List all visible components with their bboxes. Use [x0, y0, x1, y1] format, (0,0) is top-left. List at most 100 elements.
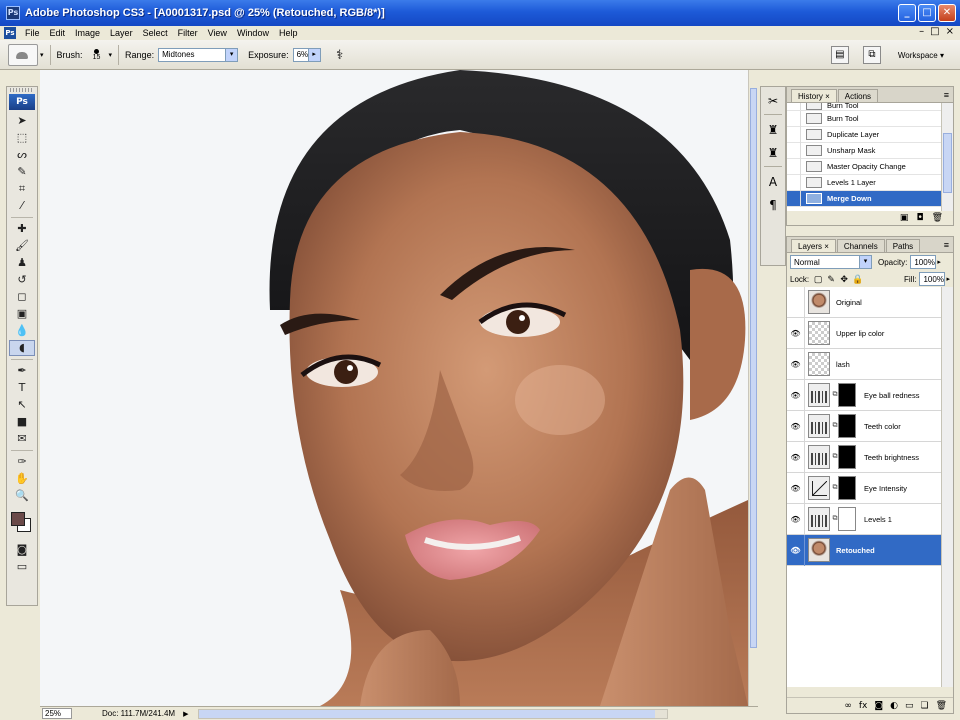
pen-tool-icon[interactable]: ✒ [9, 363, 35, 379]
layer-row[interactable]: 👁 ⧉ Eye Intensity [787, 472, 941, 504]
file-browser-icon[interactable]: ▤ [830, 46, 849, 64]
visibility-eye-icon[interactable]: 👁 [787, 379, 805, 411]
eyedropper-tool-icon[interactable]: ✑ [9, 454, 35, 470]
blend-mode-select[interactable]: Normal ▾ [790, 255, 872, 269]
history-source-checkbox[interactable] [787, 126, 801, 143]
tab-paths[interactable]: Paths [885, 239, 921, 252]
layer-row[interactable]: 👁 ⧉ Teeth brightness [787, 441, 941, 473]
airbrush-icon[interactable]: ⚕ [331, 46, 349, 64]
clone-stamp-tool-icon[interactable]: ♟ [9, 255, 35, 271]
lock-pixels-icon[interactable]: ✎ [826, 274, 836, 285]
crop-tool-icon[interactable]: ⌗ [9, 181, 35, 197]
fill-input[interactable]: 100% [919, 272, 946, 286]
tab-channels[interactable]: Channels [836, 239, 885, 252]
eraser-tool-icon[interactable]: ◻ [9, 289, 35, 305]
visibility-eye-icon[interactable]: 👁 [787, 503, 805, 535]
menu-file[interactable]: File [20, 28, 45, 38]
screen-mode-icon[interactable]: ▭ [9, 559, 35, 575]
notes-tool-icon[interactable]: ✉ [9, 431, 35, 447]
new-layer-icon[interactable]: ❏ [920, 701, 928, 711]
layer-mask-thumbnail[interactable] [838, 476, 856, 500]
layer-mask-thumbnail[interactable] [838, 414, 856, 438]
layer-style-icon[interactable]: fx [859, 701, 868, 711]
panel-menu-icon[interactable]: ≡ [944, 89, 949, 102]
doc-restore-button[interactable]: □ [930, 26, 939, 37]
shape-tool-icon[interactable]: ■ [9, 414, 35, 430]
quick-selection-tool-icon[interactable]: ✎ [9, 164, 35, 180]
hand-tool-icon[interactable]: ✋ [9, 471, 35, 487]
move-tool-icon[interactable]: ➤ [9, 113, 35, 129]
lock-position-icon[interactable]: ✥ [839, 274, 849, 285]
visibility-eye-icon[interactable]: 👁 [787, 534, 805, 566]
trash-icon[interactable]: 🗑 [936, 701, 947, 711]
brush-tool-icon[interactable]: 🖌 [9, 238, 35, 254]
layer-mask-thumbnail[interactable] [838, 507, 856, 531]
layer-mask-thumbnail[interactable] [838, 445, 856, 469]
tab-actions[interactable]: Actions [837, 89, 879, 102]
trash-icon[interactable]: 🗑 [932, 213, 943, 223]
layer-mask-thumbnail[interactable] [838, 383, 856, 407]
link-layers-icon[interactable]: ∞ [844, 701, 852, 711]
doc-minimize-button[interactable]: – [919, 26, 924, 37]
panel-grip[interactable] [10, 88, 34, 92]
lock-all-icon[interactable]: 🔒 [852, 274, 863, 285]
new-document-from-state-icon[interactable]: ▣ [900, 213, 909, 223]
layer-row[interactable]: 👁 ⧉ Eye ball redness [787, 379, 941, 411]
menu-view[interactable]: View [203, 28, 232, 38]
tool-presets-icon[interactable]: ♜ [763, 142, 783, 162]
visibility-eye-icon[interactable]: 👁 [787, 410, 805, 442]
close-button[interactable]: ✕ [938, 4, 956, 22]
brush-picker[interactable]: 15 [87, 45, 107, 65]
type-tool-icon[interactable]: T [9, 380, 35, 396]
layer-row[interactable]: 👁 ⧉ Teeth color [787, 410, 941, 442]
layer-row[interactable]: 👁 ⧉ Levels 1 [787, 503, 941, 535]
visibility-eye-icon[interactable]: 👁 [787, 317, 805, 349]
character-icon[interactable]: A [763, 171, 783, 191]
history-source-checkbox[interactable] [787, 142, 801, 159]
palette-well-icon[interactable]: ⧉ [862, 46, 881, 64]
lasso-tool-icon[interactable]: ᔕ [9, 147, 35, 163]
opacity-input[interactable]: 100% [910, 255, 937, 269]
history-item[interactable]: Master Opacity Change [787, 158, 941, 175]
minimize-button[interactable]: _ [898, 4, 916, 22]
doc-close-button[interactable]: × [946, 26, 954, 37]
layers-scrollbar[interactable] [941, 287, 953, 687]
horizontal-scrollbar[interactable] [198, 708, 669, 719]
zoom-field[interactable]: 25% [42, 708, 72, 719]
menu-filter[interactable]: Filter [173, 28, 203, 38]
history-source-checkbox[interactable] [787, 103, 801, 110]
history-item[interactable]: Unsharp Mask [787, 142, 941, 159]
chevron-down-icon[interactable]: ▾ [859, 256, 871, 268]
layer-row[interactable]: 👁 lash [787, 348, 941, 380]
lock-transparency-icon[interactable]: ▢ [813, 274, 823, 285]
document-canvas[interactable] [40, 70, 748, 706]
chevron-right-icon[interactable]: ▶ [183, 710, 188, 718]
visibility-eye-icon[interactable]: 👁 [787, 441, 805, 473]
history-source-checkbox[interactable] [787, 190, 801, 207]
chevron-down-icon[interactable]: ▾ [40, 51, 44, 59]
burn-tool-icon[interactable]: ◖ [9, 340, 35, 356]
snapshot-icon[interactable]: ◘ [916, 213, 923, 223]
menu-select[interactable]: Select [138, 28, 173, 38]
history-item[interactable]: Merge Down [787, 190, 941, 207]
add-mask-icon[interactable]: ◙ [874, 701, 883, 711]
menu-window[interactable]: Window [232, 28, 274, 38]
clone-source-icon[interactable]: ♜ [763, 119, 783, 139]
vertical-scrollbar[interactable] [748, 70, 758, 706]
layer-row[interactable]: 👁 Retouched [787, 534, 941, 566]
scroll-thumb[interactable] [943, 133, 952, 193]
layer-row[interactable]: 👁 Upper lip color [787, 317, 941, 349]
scroll-thumb[interactable] [199, 709, 656, 718]
blur-tool-icon[interactable]: 💧 [9, 323, 35, 339]
visibility-eye-icon[interactable]: 👁 [787, 472, 805, 504]
slice-tool-icon[interactable]: ⁄ [9, 198, 35, 214]
workspace-button[interactable]: Workspace ▾ [898, 51, 944, 60]
history-source-checkbox[interactable] [787, 110, 801, 127]
layer-row[interactable]: Original [787, 287, 941, 318]
marquee-tool-icon[interactable]: ⬚ [9, 130, 35, 146]
menu-layer[interactable]: Layer [105, 28, 138, 38]
chevron-down-icon[interactable]: ▾ [225, 48, 238, 61]
range-select[interactable]: Midtones ▾ [158, 47, 239, 62]
exposure-input[interactable]: 6% ▸ [292, 47, 321, 62]
history-brush-tool-icon[interactable]: ↺ [9, 272, 35, 288]
